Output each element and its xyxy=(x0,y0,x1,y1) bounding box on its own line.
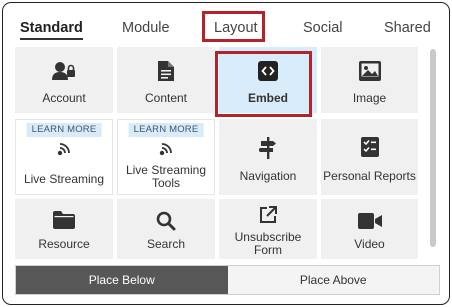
learn-more-badge[interactable]: LEARN MORE xyxy=(26,123,102,137)
tab-standard[interactable]: Standard xyxy=(20,19,83,40)
tile-label: Video xyxy=(354,237,385,251)
tile-label: Personal Reports xyxy=(323,169,416,183)
learn-more-badge[interactable]: LEARN MORE xyxy=(128,123,204,137)
tile-label: Resource xyxy=(38,237,90,251)
embed-code-icon xyxy=(258,61,278,81)
tile-navigation[interactable]: Navigation xyxy=(219,119,317,195)
tile-label: Search xyxy=(146,237,186,251)
tile-image[interactable]: Image xyxy=(321,47,418,113)
tile-live-streaming-tools[interactable]: LEARN MORE Live Streaming Tools xyxy=(117,119,215,195)
live-streaming-icon xyxy=(157,140,175,158)
tile-personal-reports[interactable]: Personal Reports xyxy=(321,119,418,195)
folder-icon xyxy=(53,211,75,229)
tile-video[interactable]: Video xyxy=(321,199,418,259)
external-link-icon xyxy=(258,205,278,225)
place-above-button[interactable]: Place Above xyxy=(227,266,439,294)
video-camera-icon xyxy=(357,212,382,230)
block-grid: Account Content Embed Image LEARN MORE L… xyxy=(15,47,418,259)
tile-label: Image xyxy=(352,91,387,105)
tile-label: Live Streaming xyxy=(23,172,105,186)
tile-embed[interactable]: Embed xyxy=(219,47,317,113)
checklist-icon xyxy=(360,137,379,157)
content-block-picker: Standard Module Layout Social Shared Acc… xyxy=(2,2,450,305)
tab-module[interactable]: Module xyxy=(122,19,170,37)
signpost-icon xyxy=(259,137,277,159)
tile-account[interactable]: Account xyxy=(15,47,113,113)
tile-label: Live Streaming Tools xyxy=(125,163,207,190)
tab-shared[interactable]: Shared xyxy=(384,19,431,37)
document-icon xyxy=(158,61,174,81)
tile-label: Content xyxy=(144,91,188,105)
account-lock-icon xyxy=(52,61,76,81)
tile-live-streaming[interactable]: LEARN MORE Live Streaming xyxy=(15,119,113,195)
tile-label: Account xyxy=(42,91,86,105)
tile-label: Unsubscribe Form xyxy=(234,230,302,257)
place-below-button[interactable]: Place Below xyxy=(16,266,228,294)
search-icon xyxy=(156,211,176,231)
placement-toggle: Place Below Place Above xyxy=(15,265,440,295)
tile-search[interactable]: Search xyxy=(117,199,215,259)
scrollbar-thumb[interactable] xyxy=(430,49,436,247)
tile-label: Navigation xyxy=(239,169,297,183)
tile-label: Embed xyxy=(247,91,288,105)
image-icon xyxy=(358,61,381,81)
tab-bar: Standard Module Layout Social Shared xyxy=(3,3,449,43)
tile-resource[interactable]: Resource xyxy=(15,199,113,259)
scrollbar[interactable] xyxy=(428,49,438,247)
tile-content[interactable]: Content xyxy=(117,47,215,113)
live-streaming-icon xyxy=(55,140,73,158)
tab-layout[interactable]: Layout xyxy=(214,19,258,37)
tab-social[interactable]: Social xyxy=(303,19,343,37)
tile-unsubscribe-form[interactable]: Unsubscribe Form xyxy=(219,199,317,259)
